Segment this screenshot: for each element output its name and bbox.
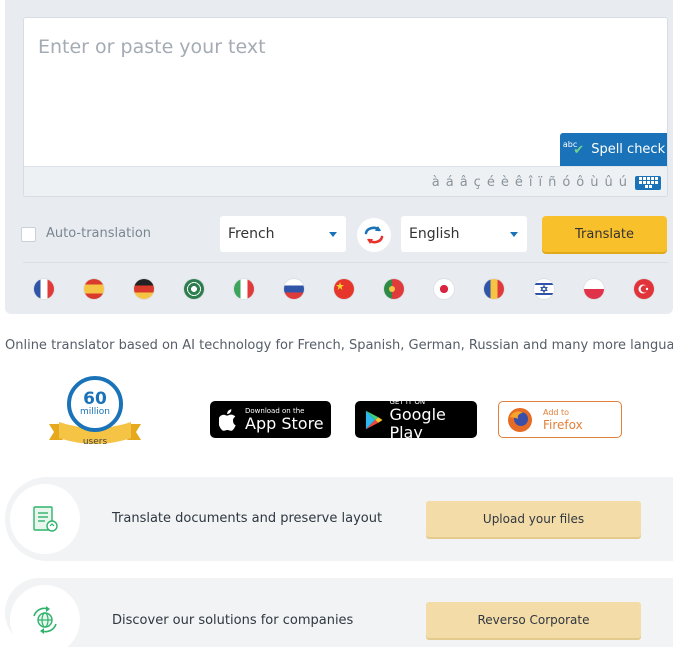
divider [23, 262, 668, 263]
accent-char[interactable]: ô [573, 175, 587, 190]
badge-label: users [82, 437, 108, 447]
accent-char[interactable]: é [484, 175, 498, 190]
spell-check-label: Spell check [591, 142, 666, 157]
google-play-label: Google Play [389, 404, 446, 442]
language-flags [34, 279, 664, 301]
checkmark-icon: ✔ [573, 143, 585, 158]
feature-text-documents: Translate documents and preserve layout [112, 511, 383, 526]
italian-flag-icon[interactable] [234, 279, 254, 299]
accent-char[interactable]: è [498, 175, 512, 190]
app-store-button[interactable]: Download on the App Store [210, 401, 331, 438]
translate-button[interactable]: Translate [542, 216, 667, 252]
accent-char[interactable]: â [457, 175, 471, 190]
firefox-label: Firefox [543, 417, 583, 432]
accent-char[interactable]: à [429, 175, 443, 190]
accent-char[interactable]: ï [535, 175, 545, 190]
hebrew-flag-icon[interactable] [534, 279, 554, 299]
corporate-icon-wrap [10, 585, 80, 647]
google-play-icon [365, 410, 383, 429]
firefox-button[interactable]: Add to Firefox [498, 401, 622, 438]
auto-translation-checkbox[interactable] [21, 227, 36, 242]
accent-char[interactable]: û [602, 175, 616, 190]
chevron-down-icon [510, 232, 518, 237]
polish-flag-icon[interactable] [584, 279, 604, 299]
accent-char[interactable]: ç [471, 175, 484, 190]
badge-unit: million [80, 407, 110, 417]
arabic-flag-icon[interactable] [184, 279, 204, 299]
german-flag-icon[interactable] [134, 279, 154, 299]
reverso-corporate-button[interactable]: Reverso Corporate [426, 602, 641, 638]
french-flag-icon[interactable] [34, 279, 54, 299]
swap-arrows-icon [364, 226, 384, 244]
firefox-small-text: Add to [543, 407, 570, 417]
text-input-box: abc ✔ Spell check à á â ç é è ê î ï ñ ó … [23, 17, 668, 197]
swap-languages-button[interactable] [357, 218, 391, 252]
translation-controls: Auto-translation French English Translat… [5, 215, 673, 253]
apple-icon [219, 408, 236, 431]
russian-flag-icon[interactable] [284, 279, 304, 299]
feature-text-companies: Discover our solutions for companies [112, 613, 354, 628]
accent-char[interactable]: ê [512, 175, 526, 190]
chevron-down-icon [329, 232, 337, 237]
firefox-icon [508, 407, 532, 432]
app-store-label: App Store [245, 413, 324, 433]
spell-check-button[interactable]: abc ✔ Spell check [560, 133, 667, 166]
portuguese-flag-icon[interactable] [384, 279, 404, 299]
badge-number: 60 [83, 389, 107, 409]
source-language-value: French [228, 226, 275, 242]
romanian-flag-icon[interactable] [484, 279, 504, 299]
tagline: Online translator based on AI technology… [5, 338, 673, 353]
accent-char[interactable]: ñ [545, 175, 559, 190]
users-badge: 60 million users [47, 374, 143, 452]
accent-char[interactable]: ù [587, 175, 601, 190]
badge-seal: 60 million [67, 376, 123, 432]
upload-files-button[interactable]: Upload your files [426, 501, 641, 537]
japanese-flag-icon[interactable] [434, 279, 454, 299]
corporate-feature: Discover our solutions for companies Rev… [5, 578, 673, 647]
accent-bar: à á â ç é è ê î ï ñ ó ô ù û ú [24, 166, 667, 196]
target-language-value: English [409, 226, 460, 242]
chinese-flag-icon[interactable] [334, 279, 354, 299]
spanish-flag-icon[interactable] [84, 279, 104, 299]
keyboard-icon[interactable] [635, 175, 661, 190]
accent-char[interactable]: ú [616, 175, 630, 190]
translator-panel: abc ✔ Spell check à á â ç é è ê î ï ñ ó … [5, 0, 673, 314]
accent-char[interactable]: á [443, 175, 457, 190]
accent-char[interactable]: î [526, 175, 536, 190]
document-translation-feature: Translate documents and preserve layout … [5, 477, 673, 561]
accent-char[interactable]: ó [559, 175, 573, 190]
google-play-button[interactable]: GET IT ON Google Play [355, 398, 477, 441]
document-icon-wrap [10, 484, 80, 554]
document-icon [33, 506, 58, 532]
turkish-flag-icon[interactable] [634, 279, 654, 299]
globe-sync-icon [33, 606, 57, 634]
source-language-select[interactable]: French [220, 216, 346, 252]
target-language-select[interactable]: English [401, 216, 527, 252]
auto-translation-label: Auto-translation [46, 226, 152, 241]
